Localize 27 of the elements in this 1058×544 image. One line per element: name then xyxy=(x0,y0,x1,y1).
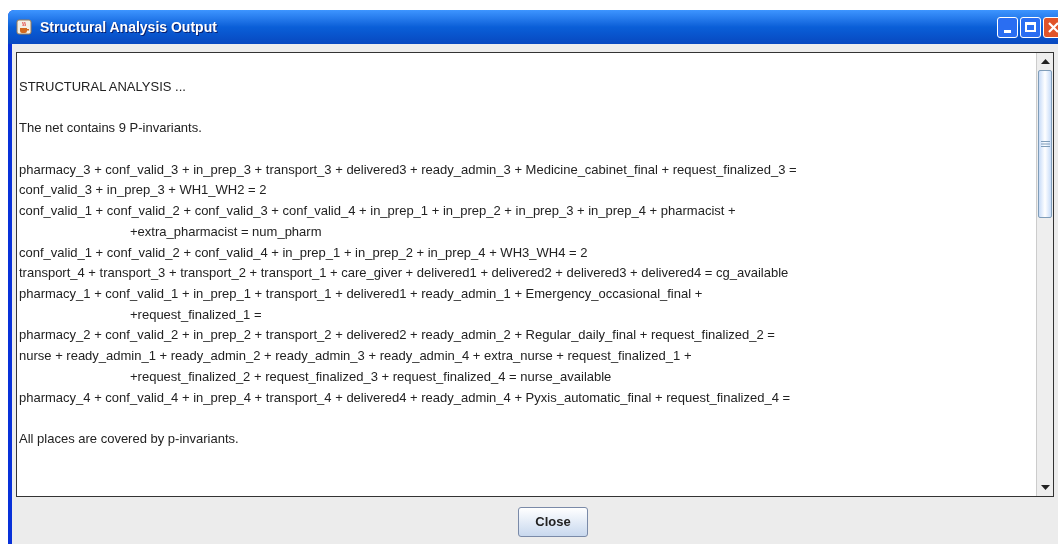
output-line: conf_valid_1 + conf_valid_2 + conf_valid_4 + in_prep_1 + in_prep_2 + in_prep_4 + WH3_WH4 = 2 xyxy=(19,243,588,262)
grip-icon xyxy=(1040,141,1050,147)
output-line: pharmacy_2 + conf_valid_2 + in_prep_2 + transport_2 + delivered2 + ready_admin_2 + Regular_daily_final + request_finalized_2 = xyxy=(19,326,775,345)
close-window-button[interactable] xyxy=(1043,16,1058,38)
output-line: The net contains 9 P-invariants. xyxy=(19,119,202,138)
cup-icon xyxy=(16,19,32,35)
output-line: conf_valid_3 + in_prep_3 + WH1_WH2 = 2 xyxy=(19,181,267,200)
output-line: nurse + ready_admin_1 + ready_admin_2 + ready_admin_3 + ready_admin_4 + extra_nurse + request_finalized_1 + xyxy=(19,347,692,366)
output-line: +request_finalized_2 + request_finalized_3 + request_finalized_4 = nurse_available xyxy=(130,367,612,386)
scrollbar[interactable] xyxy=(1036,53,1053,496)
scroll-thumb[interactable] xyxy=(1038,70,1052,218)
output-line: +request_finalized_1 = xyxy=(130,305,262,324)
output-line: All places are covered by p-invariants. xyxy=(19,429,239,448)
minimize-button[interactable] xyxy=(997,16,1018,38)
output-line: +extra_pharmacist = num_pharm xyxy=(130,222,322,241)
output-line: pharmacy_4 + conf_valid_4 + in_prep_4 + transport_4 + delivered4 + ready_admin_4 + Pyxis_automatic_final + request_finalized_4 = xyxy=(19,388,791,407)
window-title: Structural Analysis Output xyxy=(40,17,218,37)
down-arrow-icon xyxy=(1040,485,1050,490)
output-line: conf_valid_1 + conf_valid_2 + conf_valid_3 + conf_valid_4 + in_prep_1 + in_prep_2 + in_prep_3 + in_prep_4 + pharmacist + xyxy=(19,202,736,221)
up-arrow-icon xyxy=(1040,59,1050,64)
output-line: transport_4 + transport_3 + transport_2 + transport_1 + care_giver + delivered1 + delivered2 + delivered3 + delivered4 = cg_available xyxy=(19,264,789,283)
maximize-button[interactable] xyxy=(1020,16,1041,38)
output-line: pharmacy_3 + conf_valid_3 + in_prep_3 + transport_3 + delivered3 + ready_admin_3 + Medicine_cabinet_final + request_finalized_3 = xyxy=(19,160,797,179)
output-line: STRUCTURAL ANALYSIS ... xyxy=(19,78,186,96)
close-icon xyxy=(1048,21,1058,33)
close-button[interactable]: Close xyxy=(518,507,588,537)
output-line: pharmacy_1 + conf_valid_1 + in_prep_1 + transport_1 + delivered1 + ready_admin_1 + Emergency_occasional_final + xyxy=(19,285,703,303)
